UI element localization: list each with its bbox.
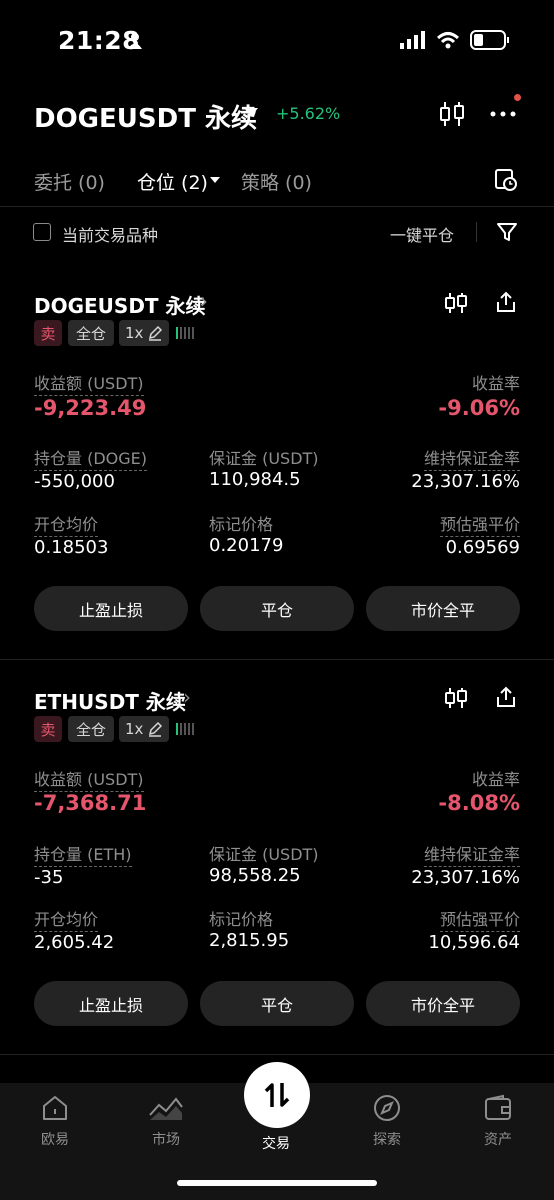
margin-label: 保证金 (USDT) (209, 845, 319, 864)
margin-label: 保证金 (USDT) (209, 449, 319, 468)
edit-icon[interactable] (147, 325, 163, 341)
nav-label-assets: 资产 (484, 1132, 512, 1148)
size-label: 持仓量 (ETH) (34, 841, 132, 867)
mark-price-label: 标记价格 (209, 910, 274, 929)
nav-label-explore: 探索 (373, 1132, 401, 1148)
roe-value: -8.08% (438, 791, 520, 815)
share-icon[interactable] (494, 685, 518, 709)
side-badge: 卖 (34, 716, 62, 742)
mark-price-value: 0.20179 (209, 535, 284, 556)
margin-value: 98,558.25 (209, 865, 301, 886)
chart-icon (149, 1097, 183, 1120)
liq-price-label: 预估强平价 (439, 511, 520, 537)
compass-icon (374, 1095, 400, 1121)
signal-icon (400, 31, 425, 49)
home-icon (43, 1096, 67, 1120)
roe-value: -9.06% (438, 396, 520, 420)
tab-positions-caret-icon[interactable] (210, 177, 220, 183)
pair-title[interactable]: DOGEUSDT 永续 (34, 98, 257, 135)
pnl-label: 收益额 (USDT) (34, 766, 144, 792)
leverage-badge[interactable]: 1x (119, 320, 169, 346)
margin-value: 110,984.5 (209, 469, 301, 490)
entry-price-label: 开仓均价 (34, 511, 99, 537)
mmr-label: 维持保证金率 (423, 445, 520, 471)
size-value: -550,000 (34, 471, 115, 492)
person-icon (128, 33, 142, 49)
battery-icon (470, 30, 509, 50)
edit-icon[interactable] (147, 721, 163, 737)
pnl-value: -9,223.49 (34, 396, 147, 420)
swap-icon (264, 1083, 290, 1107)
tab-orders[interactable]: 委托 (0) (34, 168, 105, 195)
size-label: 持仓量 (DOGE) (34, 445, 147, 471)
wifi-icon (436, 32, 460, 49)
tp-sl-button[interactable]: 止盈止损 (34, 981, 188, 1026)
risk-level-indicator (176, 723, 194, 735)
filter-icon[interactable] (496, 221, 518, 243)
leverage-value: 1x (125, 720, 144, 738)
nav-item-market[interactable]: 市场 (126, 1093, 206, 1149)
liq-price-label: 预估强平价 (439, 906, 520, 932)
nav-item-explore[interactable]: 探索 (347, 1093, 427, 1149)
mmr-value: 23,307.16% (411, 471, 520, 492)
position-title[interactable]: ETHUSDT 永续 (34, 686, 186, 715)
history-icon[interactable] (494, 168, 518, 192)
roe-label: 收益率 (471, 770, 520, 789)
notification-dot (514, 94, 521, 101)
entry-price-value: 0.18503 (34, 537, 109, 558)
chevron-right-icon[interactable]: › (183, 685, 191, 709)
filter-separator (476, 222, 477, 242)
margin-mode-badge: 全仓 (68, 716, 114, 742)
card-divider (0, 659, 554, 660)
leverage-value: 1x (125, 324, 144, 342)
tabs-divider (0, 206, 554, 207)
margin-mode-badge: 全仓 (68, 320, 114, 346)
card-divider (0, 1054, 554, 1055)
close-position-button[interactable]: 平仓 (200, 586, 354, 631)
pnl-label: 收益额 (USDT) (34, 370, 144, 396)
chevron-right-icon[interactable]: › (200, 289, 208, 313)
size-value: -35 (34, 867, 64, 888)
risk-level-indicator (176, 327, 194, 339)
entry-price-label: 开仓均价 (34, 906, 99, 932)
pnl-value: -7,368.71 (34, 791, 147, 815)
nav-item-assets[interactable]: 资产 (458, 1093, 538, 1149)
tab-positions[interactable]: 仓位 (2) (137, 168, 208, 195)
share-icon[interactable] (494, 290, 518, 314)
tp-sl-button[interactable]: 止盈止损 (34, 586, 188, 631)
close-position-button[interactable]: 平仓 (200, 981, 354, 1026)
liq-price-value: 10,596.64 (428, 932, 520, 953)
nav-item-trade[interactable] (244, 1062, 310, 1128)
roe-label: 收益率 (471, 374, 520, 393)
current-pair-checkbox[interactable] (33, 223, 51, 241)
mmr-label: 维持保证金率 (423, 841, 520, 867)
mmr-value: 23,307.16% (411, 867, 520, 888)
market-close-button[interactable]: 市价全平 (366, 586, 520, 631)
pair-dropdown-icon[interactable] (244, 108, 258, 117)
close-all-button[interactable]: 一键平仓 (390, 222, 454, 246)
nav-label-market: 市场 (152, 1132, 180, 1148)
candlestick-icon[interactable] (444, 686, 468, 710)
home-indicator (177, 1180, 377, 1186)
entry-price-value: 2,605.42 (34, 932, 115, 953)
wallet-icon (485, 1094, 511, 1120)
position-title[interactable]: DOGEUSDT 永续 (34, 290, 206, 319)
current-pair-label: 当前交易品种 (62, 226, 159, 245)
status-indicators (400, 30, 510, 50)
nav-item-home[interactable]: 欧易 (15, 1093, 95, 1149)
nav-label-trade[interactable]: 交易 (262, 1133, 290, 1153)
mark-price-value: 2,815.95 (209, 930, 290, 951)
candlestick-icon[interactable] (444, 291, 468, 315)
leverage-badge[interactable]: 1x (119, 716, 169, 742)
more-icon[interactable] (489, 104, 517, 124)
tab-strategies[interactable]: 策略 (0) (241, 168, 312, 195)
candlestick-icon[interactable] (438, 100, 466, 128)
market-close-button[interactable]: 市价全平 (366, 981, 520, 1026)
liq-price-value: 0.69569 (445, 537, 520, 558)
price-change: +5.62% (276, 104, 341, 123)
side-badge: 卖 (34, 320, 62, 346)
mark-price-label: 标记价格 (209, 515, 274, 534)
nav-label-home: 欧易 (41, 1132, 69, 1148)
